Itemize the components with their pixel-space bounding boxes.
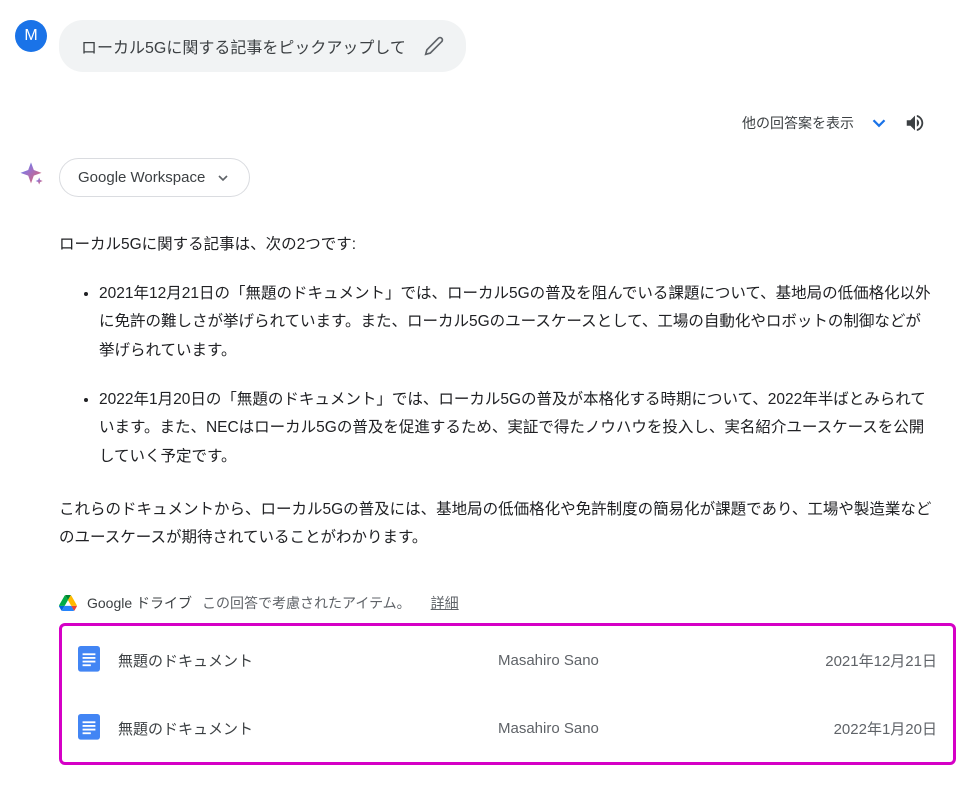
drive-icon (59, 595, 77, 611)
chevron-down-icon[interactable] (868, 112, 890, 134)
document-title: 無題のドキュメント (118, 650, 498, 671)
document-owner: Masahiro Sano (498, 720, 834, 737)
documents-highlight: 無題のドキュメント Masahiro Sano 2021年12月21日 無題のド… (59, 623, 956, 765)
response-item: 2021年12月21日の「無題のドキュメント」では、ローカル5Gの普及を阻んでい… (99, 280, 936, 366)
response-item: 2022年1月20日の「無題のドキュメント」では、ローカル5Gの普及が本格化する… (99, 386, 936, 472)
chevron-down-icon (215, 170, 231, 186)
workspace-label: Google Workspace (78, 169, 205, 186)
edit-icon[interactable] (424, 36, 444, 56)
document-row[interactable]: 無題のドキュメント Masahiro Sano 2021年12月21日 (72, 626, 943, 694)
sparkle-icon (15, 158, 47, 190)
show-drafts-button[interactable]: 他の回答案を表示 (742, 113, 854, 133)
drive-service-name: Google ドライブ (87, 593, 192, 613)
response-content: Google Workspace ローカル5Gに関する記事は、次の2つです: 2… (59, 158, 956, 765)
document-title: 無題のドキュメント (118, 718, 498, 739)
docs-icon (78, 646, 100, 674)
prompt-bubble: ローカル5Gに関する記事をピックアップして (59, 20, 466, 72)
response-actions: 他の回答案を表示 (15, 112, 956, 134)
drive-considered-text: この回答で考慮されたアイテム。 (202, 593, 411, 613)
document-owner: Masahiro Sano (498, 652, 825, 669)
drive-detail-link[interactable]: 詳細 (431, 593, 459, 613)
response-conclusion: これらのドキュメントから、ローカル5Gの普及には、基地局の低価格化や免許制度の簡… (59, 496, 936, 553)
prompt-text: ローカル5Gに関する記事をピックアップして (81, 34, 406, 58)
docs-icon (78, 714, 100, 742)
speaker-icon[interactable] (904, 112, 926, 134)
workspace-chip[interactable]: Google Workspace (59, 158, 250, 197)
user-avatar: M (15, 20, 47, 52)
drive-header: Google ドライブ この回答で考慮されたアイテム。 詳細 (59, 593, 956, 613)
user-prompt-row: M ローカル5Gに関する記事をピックアップして (15, 20, 956, 72)
document-date: 2021年12月21日 (825, 650, 937, 671)
response-row: Google Workspace ローカル5Gに関する記事は、次の2つです: 2… (15, 158, 956, 765)
response-body: ローカル5Gに関する記事は、次の2つです: 2021年12月21日の「無題のドキ… (59, 231, 956, 553)
document-date: 2022年1月20日 (834, 718, 937, 739)
document-row[interactable]: 無題のドキュメント Masahiro Sano 2022年1月20日 (72, 694, 943, 762)
response-intro: ローカル5Gに関する記事は、次の2つです: (59, 231, 936, 260)
